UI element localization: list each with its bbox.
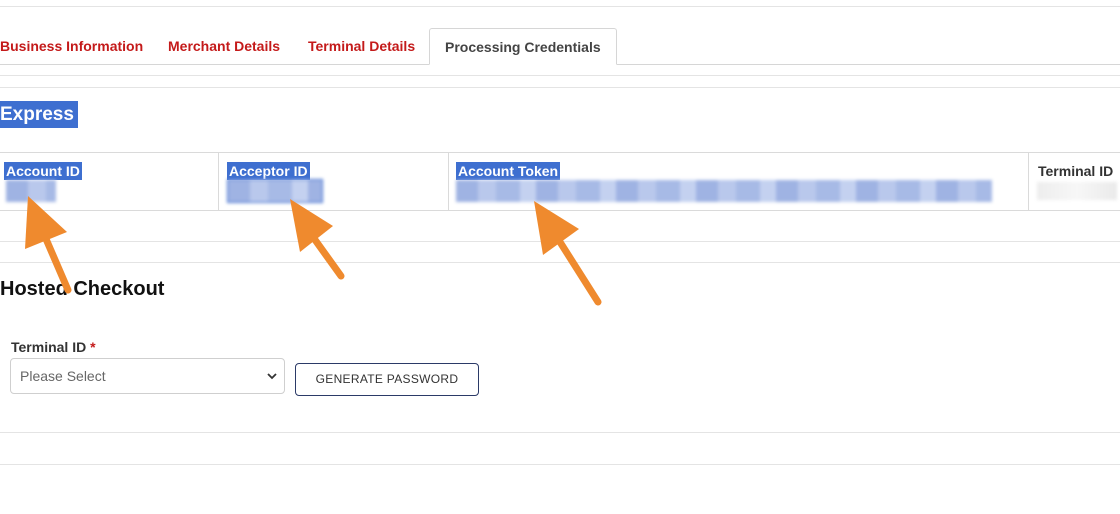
- credentials-table: Account ID Acceptor ID Account Token Ter…: [0, 152, 1120, 211]
- account-id-value-redacted: [6, 180, 56, 202]
- tab-terminal-details[interactable]: Terminal Details: [308, 28, 415, 65]
- account-token-value-redacted: [456, 180, 992, 202]
- section-divider: [0, 241, 1120, 242]
- section-divider: [0, 75, 1120, 76]
- tab-bar: Business Information Merchant Details Te…: [0, 28, 1120, 65]
- express-heading: Express: [0, 101, 78, 128]
- account-id-label: Account ID: [4, 162, 82, 180]
- section-divider: [0, 464, 1120, 465]
- top-divider: [0, 6, 1120, 7]
- section-divider: [0, 262, 1120, 263]
- terminal-id-value-redacted: [1037, 182, 1117, 200]
- terminal-id-field-label: Terminal ID *: [11, 339, 96, 355]
- terminal-id-select-value: Please Select: [20, 368, 106, 384]
- required-marker: *: [90, 339, 96, 355]
- account-token-cell: Account Token: [448, 153, 1028, 210]
- terminal-id-select[interactable]: Please Select: [10, 358, 285, 394]
- section-divider: [0, 87, 1120, 88]
- generate-password-button[interactable]: GENERATE PASSWORD: [295, 363, 479, 396]
- annotation-arrows: [25, 196, 602, 306]
- tab-business-information[interactable]: Business Information: [0, 28, 143, 65]
- acceptor-id-label: Acceptor ID: [227, 162, 310, 180]
- acceptor-id-value-redacted: [227, 179, 323, 203]
- terminal-id-cell: Terminal ID: [1028, 153, 1120, 210]
- tab-merchant-details[interactable]: Merchant Details: [168, 28, 280, 65]
- tab-processing-credentials[interactable]: Processing Credentials: [429, 28, 617, 65]
- section-divider: [0, 432, 1120, 433]
- acceptor-id-cell: Acceptor ID: [218, 153, 448, 210]
- account-token-label: Account Token: [456, 162, 561, 180]
- terminal-id-field-label-text: Terminal ID: [11, 339, 87, 355]
- account-id-cell: Account ID: [0, 153, 218, 210]
- annotation-arrow-account-token: [534, 201, 602, 306]
- terminal-id-label: Terminal ID: [1038, 163, 1114, 179]
- hosted-checkout-heading: Hosted Checkout: [0, 278, 165, 300]
- chevron-down-icon: [267, 373, 277, 380]
